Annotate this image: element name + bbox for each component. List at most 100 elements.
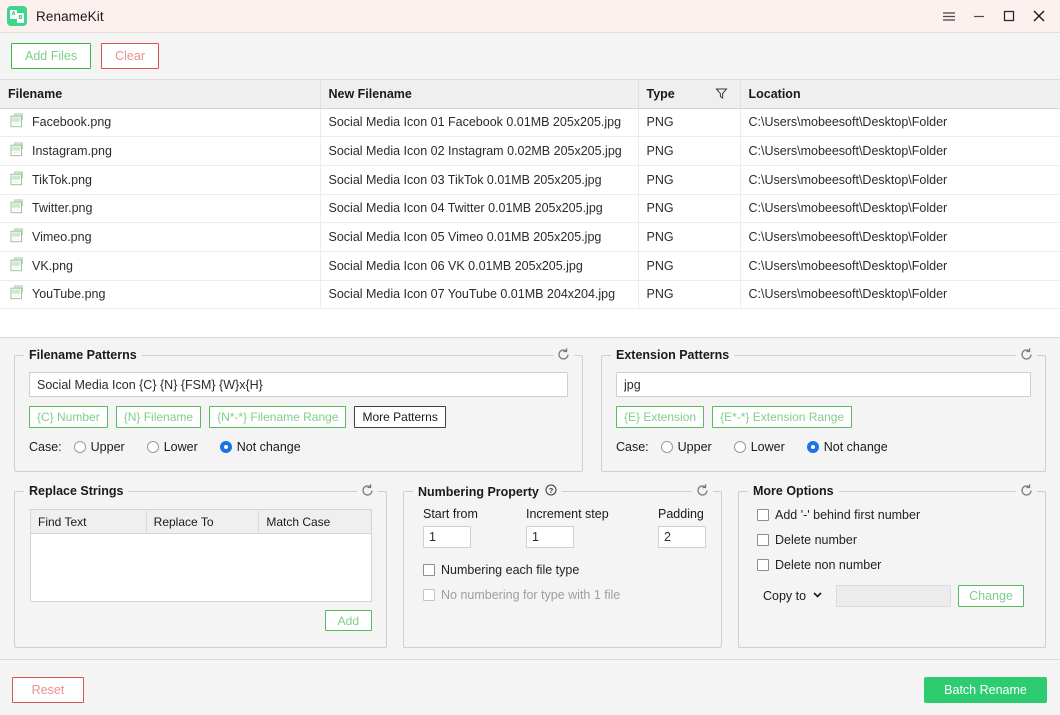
radio-dot-icon [807,441,819,453]
extension-case-row: Case: Upper Lower Not change [616,440,1031,454]
numbering-property-legend-label: Numbering Property [418,485,539,499]
start-from-label: Start from [423,507,526,521]
filename-case-lower-label: Lower [164,440,198,454]
filter-funnel-icon[interactable] [715,87,728,103]
more-options-legend-label: More Options [753,484,834,498]
replace-strings-empty-body [31,534,372,602]
tag-c-number[interactable]: {C} Number [29,406,108,428]
add-dash-behind-first-number-checkbox[interactable]: Add '-' behind first number [757,508,1045,522]
cell-location: C:\Users\mobeesoft\Desktop\Folder [740,223,1060,252]
column-header-new-filename[interactable]: New Filename [320,80,638,108]
padding-label: Padding [658,507,706,521]
tag-n-filename-range[interactable]: {N*-*} Filename Range [209,406,346,428]
tag-n-filename[interactable]: {N} Filename [116,406,201,428]
replace-strings-refresh-icon[interactable] [357,483,378,498]
radio-dot-icon [661,441,673,453]
checkbox-icon [423,589,435,601]
replace-strings-legend-label: Replace Strings [29,484,123,498]
cell-filename: Vimeo.png [0,223,320,252]
cell-location: C:\Users\mobeesoft\Desktop\Folder [740,108,1060,137]
cell-location: C:\Users\mobeesoft\Desktop\Folder [740,251,1060,280]
clear-button[interactable]: Clear [101,43,159,69]
reset-button[interactable]: Reset [12,677,84,703]
filename-pattern-input[interactable] [29,372,568,397]
copy-move-select[interactable]: Copy to [757,585,829,607]
tag-e-extension-range[interactable]: {E*-*} Extension Range [712,406,852,428]
table-row[interactable]: VK.png Social Media Icon 06 VK 0.01MB 205… [0,251,1060,280]
checkbox-icon [757,534,769,546]
cell-filename-label: VK.png [32,259,73,273]
extension-case-upper[interactable]: Upper [661,440,712,454]
file-list-table[interactable]: Filename New Filename Type Location Face… [0,80,1060,338]
column-header-find-text: Find Text [31,510,147,534]
table-row[interactable]: Instagram.pngSocial Media Icon 02 Instag… [0,137,1060,166]
radio-dot-icon [220,441,232,453]
numbering-property-refresh-icon[interactable] [692,483,713,498]
filename-case-upper[interactable]: Upper [74,440,125,454]
chevron-down-icon [812,589,823,603]
table-row[interactable]: TikTok.pngSocial Media Icon 03 TikTok 0.… [0,165,1060,194]
table-row[interactable]: YouTube.pngSocial Media Icon 07 YouTube … [0,280,1060,309]
table-row[interactable]: Vimeo.png Social Media Icon 05 Vimeo 0.01… [0,223,1060,252]
change-button[interactable]: Change [958,585,1024,607]
extension-patterns-legend-label: Extension Patterns [616,348,729,362]
help-question-icon[interactable]: ? [545,484,557,499]
padding-input[interactable] [658,526,706,548]
close-icon[interactable] [1024,2,1054,30]
table-row[interactable]: Twitter.pngSocial Media Icon 04 Twitter … [0,194,1060,223]
column-header-type[interactable]: Type [638,80,740,108]
cell-type: PNG [638,223,740,252]
image-file-icon [10,228,25,246]
radio-dot-icon [74,441,86,453]
filename-case-not-change[interactable]: Not change [220,440,301,454]
image-file-icon [10,171,25,189]
extension-pattern-input[interactable] [616,372,1031,397]
cell-location: C:\Users\mobeesoft\Desktop\Folder [740,165,1060,194]
numbering-each-file-type-checkbox[interactable]: Numbering each file type [423,563,721,577]
column-header-location[interactable]: Location [740,80,1060,108]
destination-path-input[interactable] [836,585,951,607]
cell-filename: Instagram.png [0,137,320,166]
extension-patterns-refresh-icon[interactable] [1016,347,1037,362]
toolbar: Add Files Clear [0,33,1060,80]
extension-pattern-tags: {E} Extension {E*-*} Extension Range [616,406,1031,428]
extension-case-lower[interactable]: Lower [734,440,785,454]
more-options-legend: More Options [748,484,839,498]
menu-icon[interactable] [934,2,964,30]
cell-new-filename: Social Media Icon 06 VK 0.01MB 205x205.j… [320,251,638,280]
no-numbering-single-file-checkbox[interactable]: No numbering for type with 1 file [423,588,721,602]
tag-e-extension[interactable]: {E} Extension [616,406,704,428]
minimize-icon[interactable] [964,2,994,30]
title-bar: A B RenameKit [0,0,1060,33]
column-header-filename[interactable]: Filename [0,80,320,108]
replace-strings-table[interactable]: Find Text Replace To Match Case [30,509,372,602]
image-file-icon [10,257,25,275]
maximize-icon[interactable] [994,2,1024,30]
filename-patterns-refresh-icon[interactable] [553,347,574,362]
start-from-input[interactable] [423,526,471,548]
filename-case-upper-label: Upper [91,440,125,454]
cell-type: PNG [638,108,740,137]
table-row[interactable]: Facebook.pngSocial Media Icon 01 Faceboo… [0,108,1060,137]
more-options-refresh-icon[interactable] [1016,483,1037,498]
cell-location: C:\Users\mobeesoft\Desktop\Folder [740,137,1060,166]
increment-step-input[interactable] [526,526,574,548]
extension-case-not-change[interactable]: Not change [807,440,888,454]
delete-number-checkbox[interactable]: Delete number [757,533,1045,547]
cell-new-filename: Social Media Icon 02 Instagram 0.02MB 20… [320,137,638,166]
filename-case-lower[interactable]: Lower [147,440,198,454]
cell-new-filename: Social Media Icon 03 TikTok 0.01MB 205x2… [320,165,638,194]
cell-new-filename: Social Media Icon 07 YouTube 0.01MB 204x… [320,280,638,309]
batch-rename-button[interactable]: Batch Rename [924,677,1047,703]
extension-case-upper-label: Upper [678,440,712,454]
add-replace-rule-button[interactable]: Add [325,610,372,631]
cell-type: PNG [638,165,740,194]
more-options-panel: More Options Add '-' behind first number… [738,491,1046,648]
extension-case-label: Case: [616,440,649,454]
delete-non-number-checkbox[interactable]: Delete non number [757,558,1045,572]
add-files-button[interactable]: Add Files [11,43,91,69]
cell-filename-label: Vimeo.png [32,230,92,244]
cell-new-filename: Social Media Icon 05 Vimeo 0.01MB 205x20… [320,223,638,252]
footer-bar: Reset Batch Rename [0,659,1060,715]
more-patterns-button[interactable]: More Patterns [354,406,445,428]
